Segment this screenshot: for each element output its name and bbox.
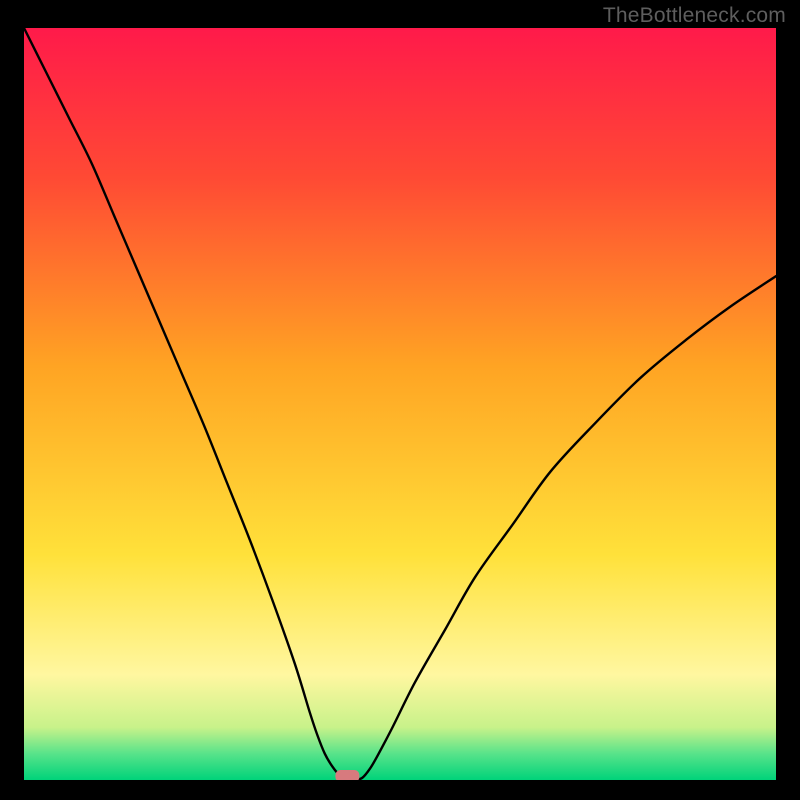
watermark-text: TheBottleneck.com [603, 4, 786, 28]
plot-area [24, 28, 776, 780]
min-marker [335, 770, 359, 780]
chart-frame: TheBottleneck.com [0, 0, 800, 800]
bottleneck-chart [24, 28, 776, 780]
gradient-background [24, 28, 776, 780]
